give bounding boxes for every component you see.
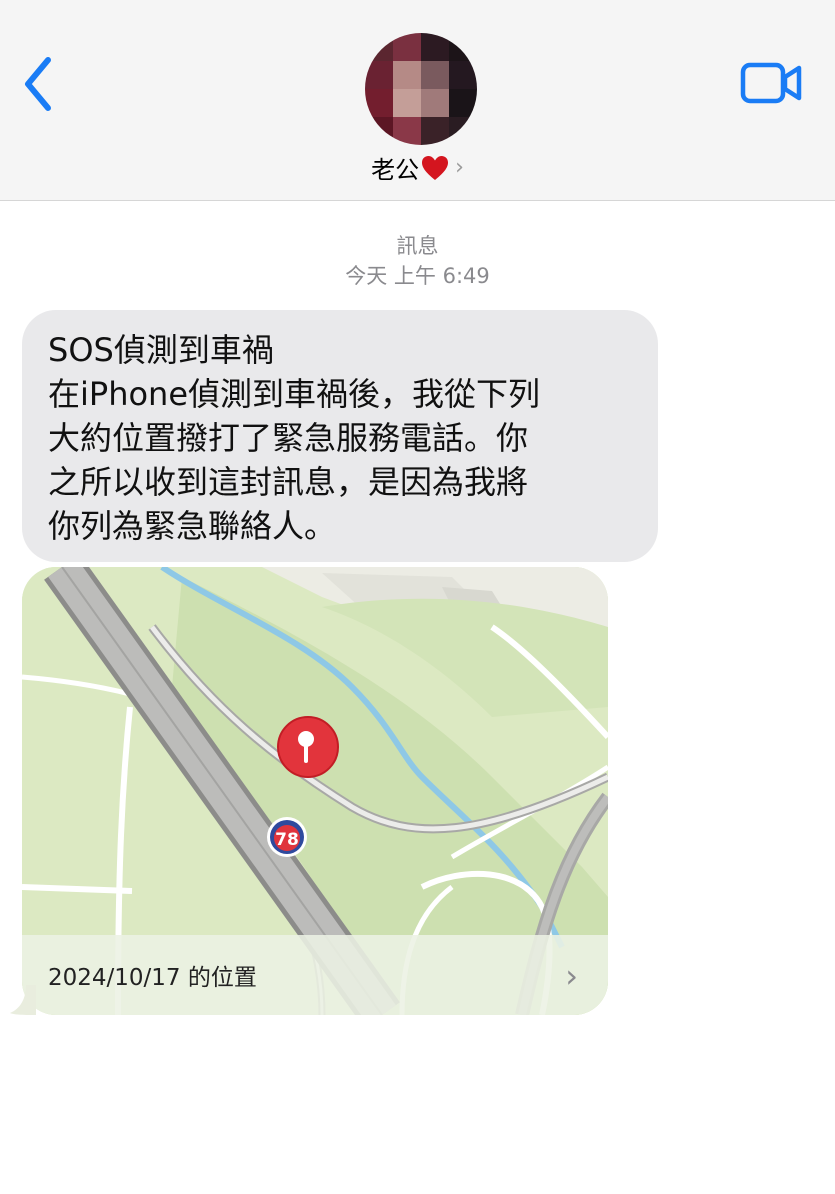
location-caption-bar[interactable]: 2024/10/17 的位置 › <box>22 935 608 1015</box>
conversation-header: 老公 › <box>0 0 835 201</box>
map-pin-icon <box>277 716 339 778</box>
message-bubble[interactable]: SOS偵測到車禍 在iPhone偵測到車禍後，我從下列 大約位置撥打了緊急服務電… <box>22 310 658 562</box>
facetime-video-button[interactable] <box>740 60 804 106</box>
back-button[interactable] <box>18 54 58 114</box>
avatar[interactable] <box>365 33 477 145</box>
contact-name: 老公 <box>371 156 420 184</box>
red-heart-icon <box>422 155 449 180</box>
location-map-card[interactable]: 78 2024/10/17 的位置 › <box>22 567 608 1015</box>
route-shield-number: 78 <box>275 830 299 850</box>
video-camera-icon <box>740 62 802 104</box>
bubble-tail <box>10 985 36 1015</box>
chevron-left-icon <box>25 57 51 111</box>
service-label: 訊息 <box>396 234 439 258</box>
chevron-right-icon: › <box>565 957 578 995</box>
message-line: 大約位置撥打了緊急服務電話。你 <box>48 419 529 457</box>
route-shield-icon: 78 <box>267 817 307 857</box>
location-caption: 2024/10/17 的位置 <box>48 965 257 991</box>
chevron-right-icon: › <box>455 155 464 180</box>
message-timestamp: 今天 上午 6:49 <box>345 264 490 288</box>
message-line: 在iPhone偵測到車禍後，我從下列 <box>48 375 541 413</box>
message-line: 你列為緊急聯絡人。 <box>48 507 337 545</box>
message-line: 之所以收到這封訊息，是因為我將 <box>48 463 529 501</box>
contact-name-button[interactable]: 老公 › <box>0 150 835 185</box>
message-title: SOS偵測到車禍 <box>48 331 274 369</box>
